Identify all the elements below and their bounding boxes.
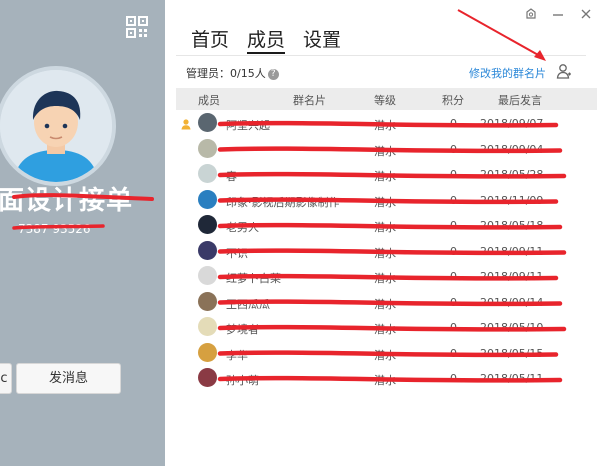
member-name: 李华: [226, 348, 248, 362]
member-avatar[interactable]: [198, 138, 217, 158]
member-level: 潜水: [374, 170, 396, 183]
member-avatar[interactable]: [198, 215, 217, 234]
member-name: 红萝卜白菜: [226, 272, 281, 285]
group-avatar[interactable]: [0, 66, 116, 186]
admin-count: 管理员：0/15人?: [186, 65, 279, 81]
group-id: 7387 93526: [18, 222, 91, 236]
member-name: 不识: [226, 246, 248, 260]
member-avatar[interactable]: [198, 189, 217, 209]
member-last-speech: 2018/05/28: [480, 168, 544, 181]
member-level: 潜水: [374, 374, 396, 387]
member-avatar[interactable]: [198, 240, 217, 260]
edit-group-card-link[interactable]: 修改我的群名片: [469, 65, 546, 81]
member-level: 潜水: [374, 348, 396, 362]
member-last-speech: 2018/09/11: [480, 270, 544, 283]
member-name: 阿坚兴起: [226, 119, 270, 132]
col-level[interactable]: 等级: [374, 92, 396, 108]
member-row[interactable]: 红萝卜白菜 潜水 0 2018/09/11: [176, 264, 597, 290]
member-level: 潜水: [374, 195, 396, 209]
member-last-speech: 2018/05/10: [480, 321, 544, 334]
member-points: 0: [450, 270, 457, 283]
left-action-button[interactable]: c: [0, 363, 12, 394]
member-points: 0: [450, 168, 457, 181]
member-row[interactable]: 李华 潜水 0 2018/05/15: [176, 341, 597, 367]
tab-settings[interactable]: 设置: [303, 25, 341, 52]
member-list: 阿坚兴起 潜水 0 2018/09/07 潜水 0 2018/09/04 春潜水 0 2018/0…: [176, 111, 597, 392]
member-points: 0: [450, 193, 457, 207]
member-last-speech: 2018/09/14: [480, 295, 544, 309]
member-level: 潜水: [374, 144, 396, 158]
member-level: 潜水: [374, 272, 396, 285]
member-last-speech: 2018/09/07: [480, 117, 544, 130]
member-points: 0: [450, 219, 457, 232]
member-table-header: 成员 群名片 等级 积分 最后发言: [176, 88, 597, 110]
member-level: 潜水: [374, 119, 396, 132]
member-row[interactable]: 春 潜水 0 2018/05/28: [176, 162, 597, 188]
group-name: 面设计接单: [0, 186, 134, 216]
member-points: 0: [450, 346, 457, 360]
member-avatar[interactable]: [198, 164, 217, 183]
member-points: 0: [450, 117, 457, 130]
member-points: 0: [450, 372, 457, 385]
member-level: 潜水: [374, 323, 396, 336]
member-row[interactable]: 孙小萌 潜水 0 2018/05/11: [176, 366, 597, 392]
member-last-speech: 2018/05/15: [480, 346, 544, 360]
member-name: 王西瓜瓜: [226, 297, 270, 311]
member-avatar[interactable]: [198, 266, 217, 285]
tab-home[interactable]: 首页: [191, 25, 229, 52]
minimize-icon[interactable]: [549, 7, 567, 23]
help-icon[interactable]: ?: [267, 68, 279, 80]
member-last-speech: 2018/05/18: [480, 219, 544, 232]
member-last-speech: 2018/11/09: [480, 193, 544, 207]
member-last-speech: 2018/05/11: [480, 372, 544, 385]
member-avatar[interactable]: [198, 113, 217, 132]
tabs-divider: [176, 55, 586, 56]
member-name: 春: [226, 170, 237, 183]
skin-icon[interactable]: [522, 7, 540, 23]
member-level: 潜水: [374, 221, 396, 234]
member-name: 梦境者: [226, 323, 259, 336]
col-group-card[interactable]: 群名片: [293, 92, 326, 108]
member-points: 0: [450, 142, 457, 156]
member-row[interactable]: 潜水 0 2018/09/04: [176, 137, 597, 163]
tab-members[interactable]: 成员: [247, 25, 285, 52]
send-message-button[interactable]: 发消息: [16, 363, 121, 394]
member-avatar[interactable]: [198, 342, 217, 362]
member-avatar[interactable]: [198, 368, 217, 387]
qr-code-icon[interactable]: [126, 16, 148, 38]
member-card-icon[interactable]: [556, 63, 572, 79]
member-row[interactable]: 阿坚兴起 潜水 0 2018/09/07: [176, 111, 597, 137]
col-points[interactable]: 积分: [442, 92, 464, 108]
member-level: 潜水: [374, 246, 396, 260]
member-row[interactable]: 王西瓜瓜 潜水 0 2018/09/14: [176, 290, 597, 316]
member-last-speech: 2018/09/04: [480, 142, 544, 156]
member-row[interactable]: 老男人 潜水 0 2018/05/18: [176, 213, 597, 239]
member-name: 老男人: [226, 221, 259, 234]
member-points: 0: [450, 295, 457, 309]
person-avatar-icon: [0, 70, 112, 182]
admin-count-text: 管理员：0/15人: [186, 67, 266, 80]
member-last-speech: 2018/09/11: [480, 244, 544, 258]
member-row[interactable]: 印象·影视后期影像制作 潜水 0 2018/11/09: [176, 188, 597, 214]
member-row[interactable]: 梦境者 潜水 0 2018/05/10: [176, 315, 597, 341]
close-icon[interactable]: [577, 7, 595, 23]
member-points: 0: [450, 321, 457, 334]
member-name: 印象·影视后期影像制作: [226, 195, 340, 209]
member-row[interactable]: 不识 潜水 0 2018/09/11: [176, 239, 597, 265]
group-profile-panel: 面设计接单 7387 93526 c 发消息: [0, 0, 165, 466]
col-last-speech[interactable]: 最后发言: [498, 92, 542, 108]
member-avatar[interactable]: [198, 317, 217, 336]
owner-crown-icon: [181, 119, 191, 130]
active-tab-indicator: [247, 52, 285, 54]
member-points: 0: [450, 244, 457, 258]
member-level: 潜水: [374, 297, 396, 311]
col-member[interactable]: 成员: [198, 92, 220, 108]
member-avatar[interactable]: [198, 291, 217, 311]
member-name: 孙小萌: [226, 374, 259, 387]
